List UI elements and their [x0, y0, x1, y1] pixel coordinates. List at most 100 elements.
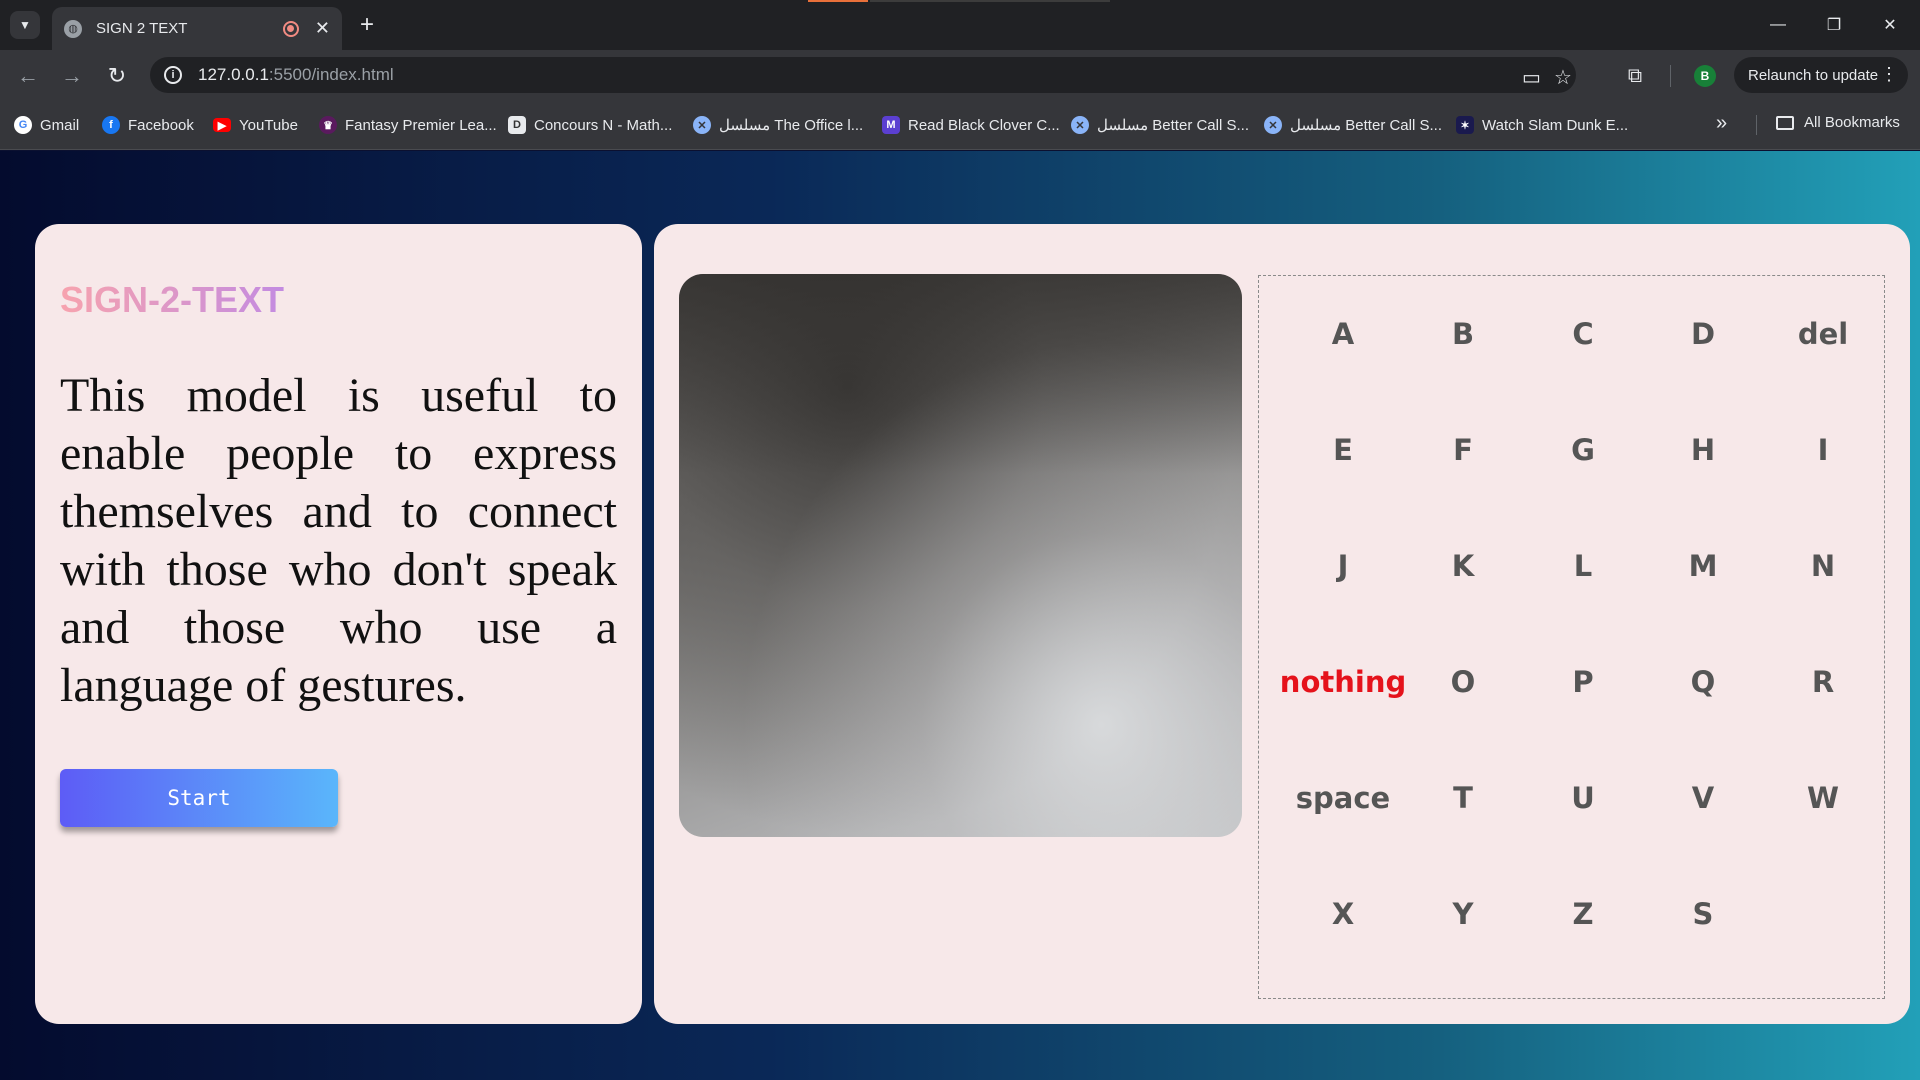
bookmark-fantasy-premier-league[interactable]: ♛ Fantasy Premier Lea... — [319, 114, 497, 136]
letter-cell: S — [1692, 897, 1714, 931]
letter-cell: Z — [1572, 897, 1594, 931]
letter-cell: M — [1688, 549, 1718, 583]
bookmark-better-call-saul-1[interactable]: ✕ مسلسل Better Call S... — [1071, 114, 1249, 136]
letters-grid: A B C Ddel E F G H I J K L M Nnothing O P Q Rspace T U V W X Y Z… — [1279, 276, 1883, 972]
letter-cell: W — [1807, 781, 1839, 815]
bookmark-label: مسلسل The Office l... — [719, 117, 864, 134]
back-button[interactable]: ← — [12, 60, 44, 92]
bookmark-gmail[interactable]: G Gmail — [14, 114, 79, 136]
close-tab-icon[interactable]: ✕ — [315, 18, 330, 39]
recording-icon — [282, 20, 299, 37]
anime-icon: ✶ — [1456, 116, 1474, 134]
letter-cell: C — [1572, 317, 1594, 351]
letter-cell: nothing — [1279, 665, 1407, 699]
reload-button[interactable]: ↻ — [101, 60, 133, 92]
active-tab[interactable]: ◍ SIGN 2 TEXT ✕ — [52, 7, 342, 50]
bookmark-concours[interactable]: D Concours N - Math... — [508, 114, 672, 136]
address-bar[interactable]: i 127.0.0.1:5500/index.html ▭ ☆ — [150, 57, 1576, 93]
more-bookmarks-icon[interactable]: » — [1716, 112, 1727, 135]
bookmark-label: Watch Slam Dunk E... — [1482, 116, 1629, 134]
bookmark-label: Facebook — [128, 116, 194, 134]
bookmark-label: Read Black Clover C... — [908, 116, 1060, 134]
tab-strip-divider — [870, 0, 1110, 2]
letter-cell: Y — [1452, 897, 1474, 931]
restore-button[interactable]: ❐ — [1806, 0, 1862, 50]
all-bookmarks-label: All Bookmarks — [1804, 114, 1900, 131]
letter-cell: A — [1331, 317, 1355, 351]
bookmark-slam-dunk[interactable]: ✶ Watch Slam Dunk E... — [1456, 114, 1628, 136]
letter-cell: del — [1797, 317, 1849, 351]
bookmark-better-call-saul-2[interactable]: ✕ مسلسل Better Call S... — [1264, 114, 1442, 136]
globe-icon: ✕ — [693, 116, 711, 134]
description-text: This model is useful to enable people to… — [60, 369, 617, 712]
toolbar-divider — [1670, 65, 1671, 87]
letter-cell: V — [1691, 781, 1715, 815]
relaunch-button[interactable]: Relaunch to update ⋮ — [1734, 57, 1908, 93]
tab-search-button[interactable]: ▼ — [10, 11, 40, 39]
letter-cell: Q — [1690, 665, 1716, 699]
reload-icon: ↻ — [107, 63, 127, 88]
manga-icon: M — [882, 116, 900, 134]
google-icon: G — [14, 116, 32, 134]
bookmarks-divider — [1756, 115, 1757, 135]
all-bookmarks-button[interactable]: All Bookmarks — [1776, 114, 1900, 131]
bookmark-label: Fantasy Premier Lea... — [345, 116, 497, 134]
letter-cell: B — [1451, 317, 1475, 351]
letter-cell: N — [1810, 549, 1836, 583]
letter-cell: E — [1333, 433, 1353, 467]
brand-title: SIGN-2-TEXT — [60, 279, 285, 320]
bookmark-label: مسلسل Better Call S... — [1290, 117, 1442, 134]
bookmark-label: مسلسل Better Call S... — [1097, 117, 1249, 134]
letter-cell: X — [1331, 897, 1355, 931]
more-menu-icon[interactable]: ⋮ — [1880, 64, 1898, 85]
letter-cell: H — [1690, 433, 1716, 467]
arrow-right-icon: → — [61, 63, 83, 88]
camera-icon[interactable]: ▭ — [1522, 65, 1541, 90]
tab-strip: ▼ ◍ SIGN 2 TEXT ✕ + — ❐ ✕ — [0, 0, 1920, 50]
start-button[interactable]: Start — [60, 769, 338, 827]
letter-cell: O — [1450, 665, 1476, 699]
new-tab-button[interactable]: + — [352, 10, 382, 40]
facebook-icon: f — [102, 116, 120, 134]
letters-box: A B C Ddel E F G H I J K L M Nnothing O P Q Rspace T U V W X Y Z… — [1258, 275, 1885, 999]
bookmark-label: Gmail — [40, 116, 80, 134]
webcam-shading — [679, 274, 1242, 474]
star-icon[interactable]: ☆ — [1554, 65, 1572, 90]
letter-cell: U — [1571, 781, 1595, 815]
letter-cell: I — [1817, 433, 1829, 467]
arrow-left-icon: ← — [17, 63, 39, 88]
forward-button[interactable]: → — [56, 60, 88, 92]
page-background: SIGN-2-TEXT This model is useful to enab… — [0, 151, 1920, 1080]
bookmark-youtube[interactable]: ▶ YouTube — [213, 114, 298, 136]
concours-icon: D — [508, 116, 526, 134]
globe-icon: ✕ — [1264, 116, 1282, 134]
folder-icon — [1776, 115, 1794, 130]
profile-avatar[interactable]: B — [1694, 65, 1716, 87]
extensions-icon[interactable]: ⧉ — [1622, 63, 1648, 89]
bookmark-the-office[interactable]: ✕ مسلسل The Office l... — [693, 114, 863, 136]
letter-cell: P — [1572, 665, 1594, 699]
bookmark-black-clover[interactable]: M Read Black Clover C... — [882, 114, 1060, 136]
recognition-panel: A B C Ddel E F G H I J K L M Nnothing O P Q Rspace T U V W X Y Z… — [654, 224, 1910, 1024]
letter-cell: L — [1573, 549, 1593, 583]
browser-toolbar: ← → ↻ i 127.0.0.1:5500/index.html ▭ ☆ ⧉ … — [0, 50, 1920, 100]
close-window-button[interactable]: ✕ — [1862, 0, 1918, 50]
url-path: :5500/index.html — [268, 65, 394, 84]
letter-cell: T — [1453, 781, 1473, 815]
minimize-button[interactable]: — — [1750, 0, 1806, 50]
bookmark-label: Concours N - Math... — [534, 116, 673, 134]
letter-cell: K — [1451, 549, 1475, 583]
letter-cell: D — [1690, 317, 1716, 351]
url-host: 127.0.0.1 — [198, 65, 269, 84]
letter-cell: J — [1337, 549, 1349, 583]
letter-cell: R — [1811, 665, 1835, 699]
premier-league-icon: ♛ — [319, 116, 337, 134]
chevron-down-icon: ▼ — [19, 18, 31, 32]
letter-cell: space — [1295, 781, 1391, 815]
letter-cell: G — [1571, 433, 1595, 467]
relaunch-label: Relaunch to update — [1748, 66, 1879, 84]
bookmark-facebook[interactable]: f Facebook — [102, 114, 194, 136]
site-info-icon[interactable]: i — [164, 66, 182, 84]
tab-strip-accent — [808, 0, 868, 2]
webcam-feed — [679, 274, 1242, 837]
